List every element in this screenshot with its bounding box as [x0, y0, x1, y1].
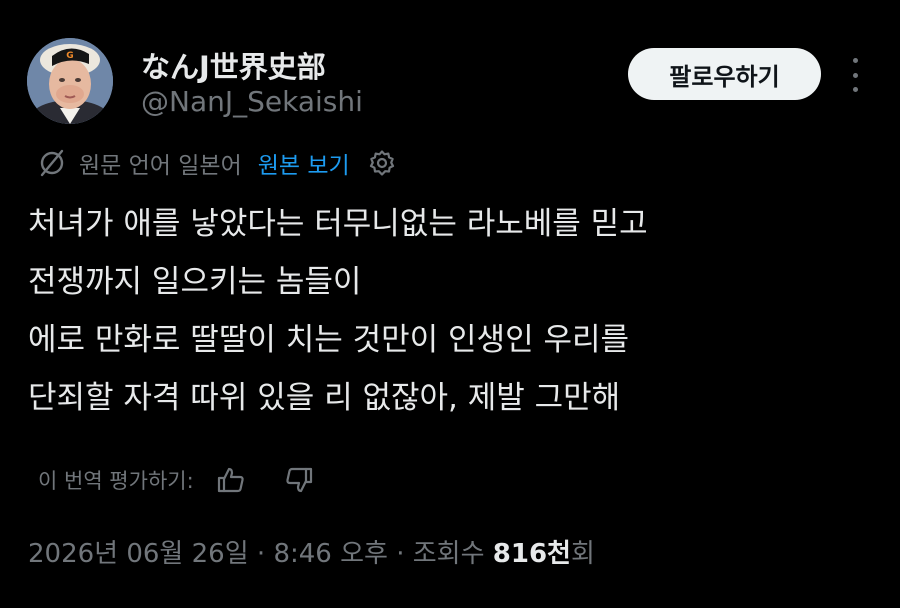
more-dots-vertical-icon — [852, 58, 858, 63]
svg-text:G: G — [66, 51, 73, 61]
thumb-down-icon[interactable] — [284, 465, 314, 495]
more-dots-vertical-icon — [852, 87, 858, 92]
follow-button[interactable]: 팔로우하기 — [628, 48, 821, 100]
meta-separator: · — [248, 539, 274, 569]
views-label: 조회수 — [412, 539, 493, 569]
show-original-link[interactable]: 원본 보기 — [258, 146, 350, 180]
tweet-time[interactable]: 8:46 오후 — [273, 539, 388, 569]
more-dots-vertical-icon — [852, 72, 858, 78]
meta-separator: · — [387, 539, 413, 569]
tweet-text-line: 에로 만화로 딸딸이 치는 것만이 인생인 우리를 — [28, 322, 630, 358]
thumb-up-icon[interactable] — [216, 465, 246, 495]
avatar-portrait-image: G — [27, 38, 113, 124]
display-name[interactable]: なんJ世界史部 — [141, 44, 326, 86]
user-handle[interactable]: @NanJ_Sekaishi — [141, 85, 363, 118]
avatar[interactable]: G — [27, 38, 113, 124]
more-options-button[interactable] — [843, 58, 867, 92]
gear-icon[interactable] — [368, 149, 396, 177]
tweet-text-line: 처녀가 애를 낳았다는 터무니없는 라노베를 믿고 — [28, 206, 648, 242]
rate-translation-bar: 이 번역 평가하기: — [38, 460, 314, 500]
tweet-text-line: 전쟁까지 일으키는 놈들이 — [28, 264, 362, 300]
tweet-text-line: 단죄할 자격 따위 있을 리 없잖아, 제발 그만해 — [28, 380, 621, 416]
views-count: 816천 — [492, 539, 571, 569]
translation-bar: 원문 언어 일본어 원본 보기 — [37, 143, 396, 183]
tweet-meta: 2026년 06월 26일 · 8:46 오후 · 조회수 816천회 — [28, 533, 595, 570]
rate-translation-label: 이 번역 평가하기: — [38, 469, 194, 493]
views-suffix: 회 — [570, 539, 595, 569]
tweet-date[interactable]: 2026년 06월 26일 — [28, 539, 249, 569]
globe-off-icon — [40, 149, 64, 177]
tweet-text: 처녀가 애를 낳았다는 터무니없는 라노베를 믿고 전쟁까지 일으키는 놈들이 … — [28, 195, 878, 427]
translation-source-label: 원문 언어 일본어 — [79, 153, 242, 179]
